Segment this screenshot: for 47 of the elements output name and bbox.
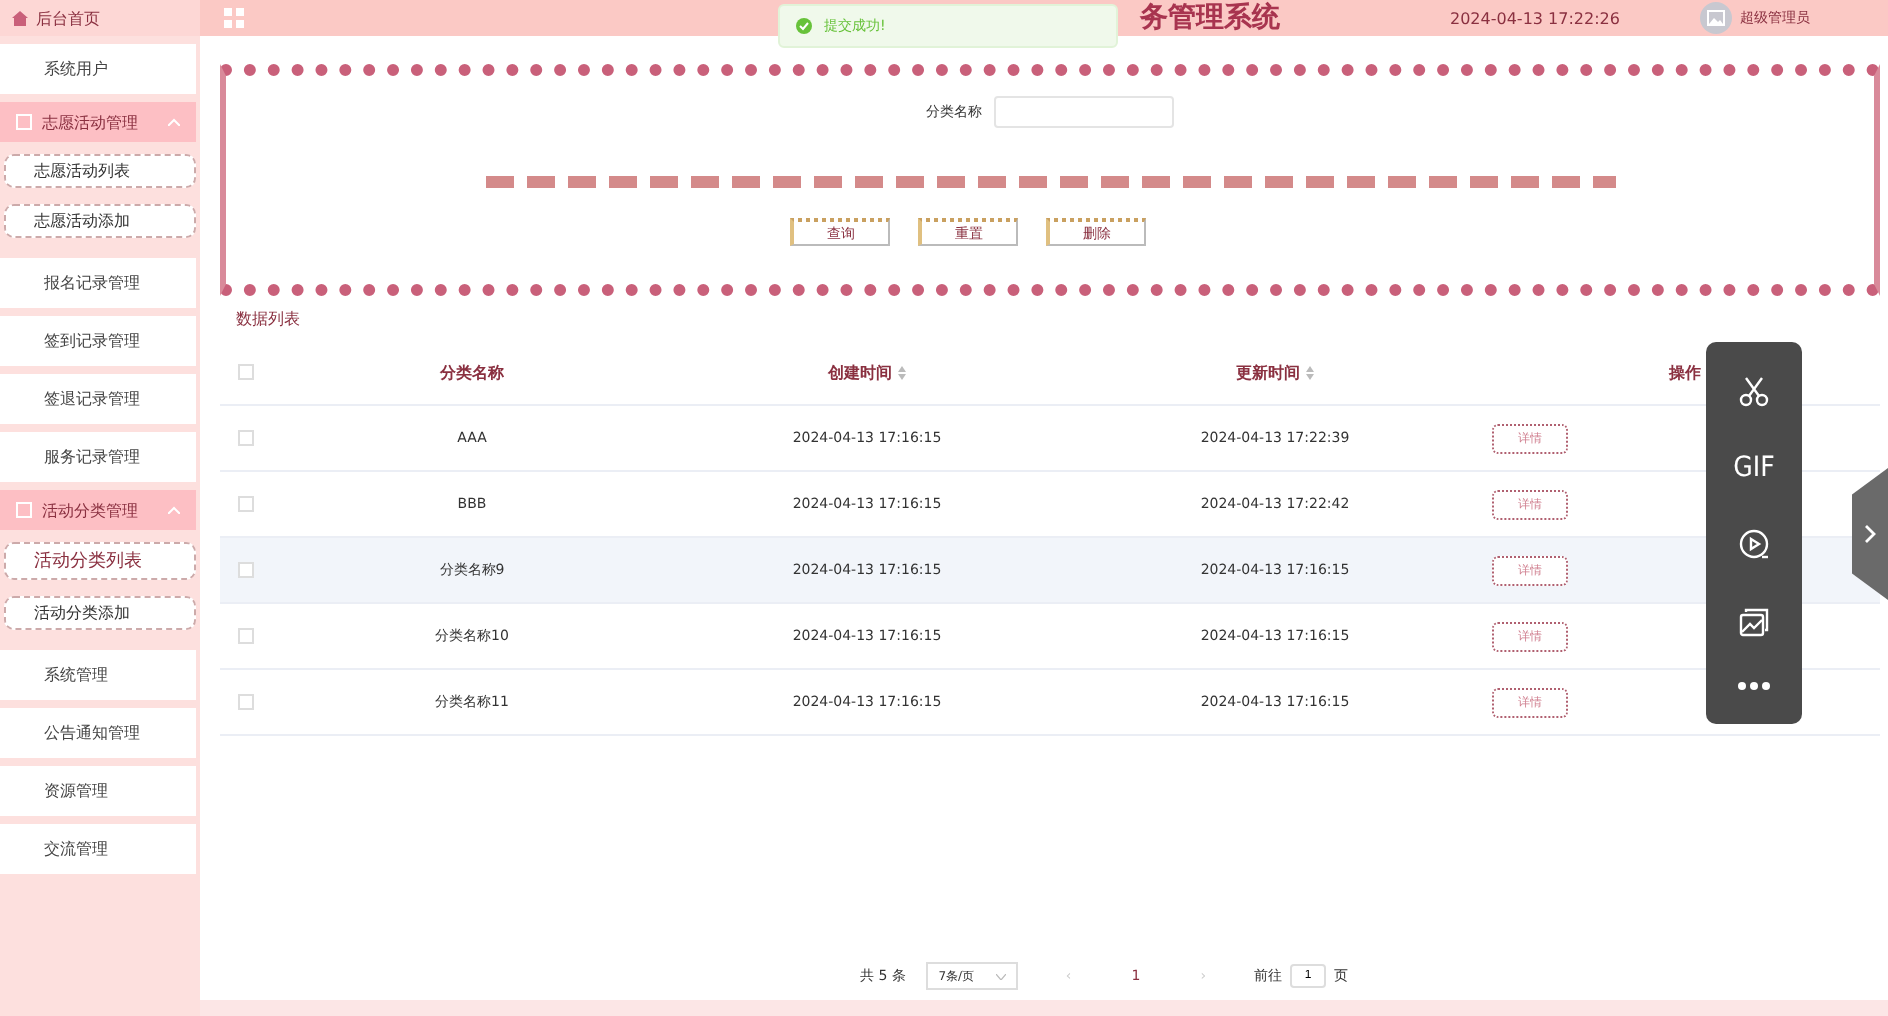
image-icon[interactable] <box>1738 605 1770 638</box>
sidebar-item[interactable]: 资源管理 <box>0 766 196 816</box>
checkbox[interactable] <box>237 628 253 644</box>
avatar-icon[interactable] <box>1699 2 1732 34</box>
sidebar-group[interactable]: 志愿活动管理 <box>0 102 196 142</box>
datetime: 2024-04-13 17:22:26 <box>1450 9 1620 27</box>
sidebar-item[interactable]: 服务记录管理 <box>0 432 196 482</box>
more-icon[interactable] <box>1738 681 1770 690</box>
play-circle-icon[interactable] <box>1738 528 1770 561</box>
home-link[interactable]: 后台首页 <box>36 7 100 29</box>
submenu-item[interactable]: 活动分类添加 <box>4 596 196 630</box>
sidebar-item[interactable]: 报名记录管理 <box>0 258 196 308</box>
chevron-icon <box>168 118 180 126</box>
section-title: 数据列表 <box>236 308 302 332</box>
check-circle-icon <box>796 18 812 34</box>
input-field[interactable] <box>994 96 1174 128</box>
sidebar-item[interactable]: 签退记录管理 <box>0 374 196 424</box>
grid-menu-icon[interactable] <box>224 8 244 28</box>
folder-icon <box>16 114 32 130</box>
sidebar-item[interactable]: 系统管理 <box>0 650 196 700</box>
gif-button[interactable]: GIF <box>1733 452 1775 485</box>
dropdown-icon <box>995 973 1006 979</box>
sidebar-item[interactable]: 系统用户 <box>0 44 196 94</box>
sidebar-item[interactable]: 公告通知管理 <box>0 708 196 758</box>
submenu-item[interactable]: 志愿活动添加 <box>4 204 196 238</box>
sort-icon[interactable] <box>1306 365 1314 379</box>
checkbox[interactable] <box>237 694 253 710</box>
chevron-icon <box>168 506 180 514</box>
column-header[interactable]: 更新时间 <box>1060 340 1490 406</box>
checkbox[interactable] <box>237 562 253 578</box>
submenu-item[interactable]: 志愿活动列表 <box>4 154 196 188</box>
sidebar-item[interactable]: 交流管理 <box>0 824 196 874</box>
sidebar-item[interactable]: 签到记录管理 <box>0 316 196 366</box>
checkbox[interactable] <box>237 430 253 446</box>
folder-icon <box>16 502 32 518</box>
column-header[interactable]: 创建时间 <box>674 340 1060 406</box>
sidebar-group[interactable]: 活动分类管理 <box>0 490 196 530</box>
submenu-item[interactable]: 活动分类列表 <box>4 542 196 580</box>
checkbox[interactable] <box>237 364 253 380</box>
app-title: 务管理系统 <box>1140 0 1282 36</box>
checkbox[interactable] <box>237 496 253 512</box>
column-header: 分类名称 <box>270 340 674 406</box>
expand-tab[interactable] <box>1852 468 1888 600</box>
scissors-icon[interactable] <box>1738 376 1770 409</box>
chevron-right-icon <box>1864 524 1876 544</box>
sort-icon[interactable] <box>898 365 906 379</box>
home-icon[interactable] <box>12 10 28 26</box>
